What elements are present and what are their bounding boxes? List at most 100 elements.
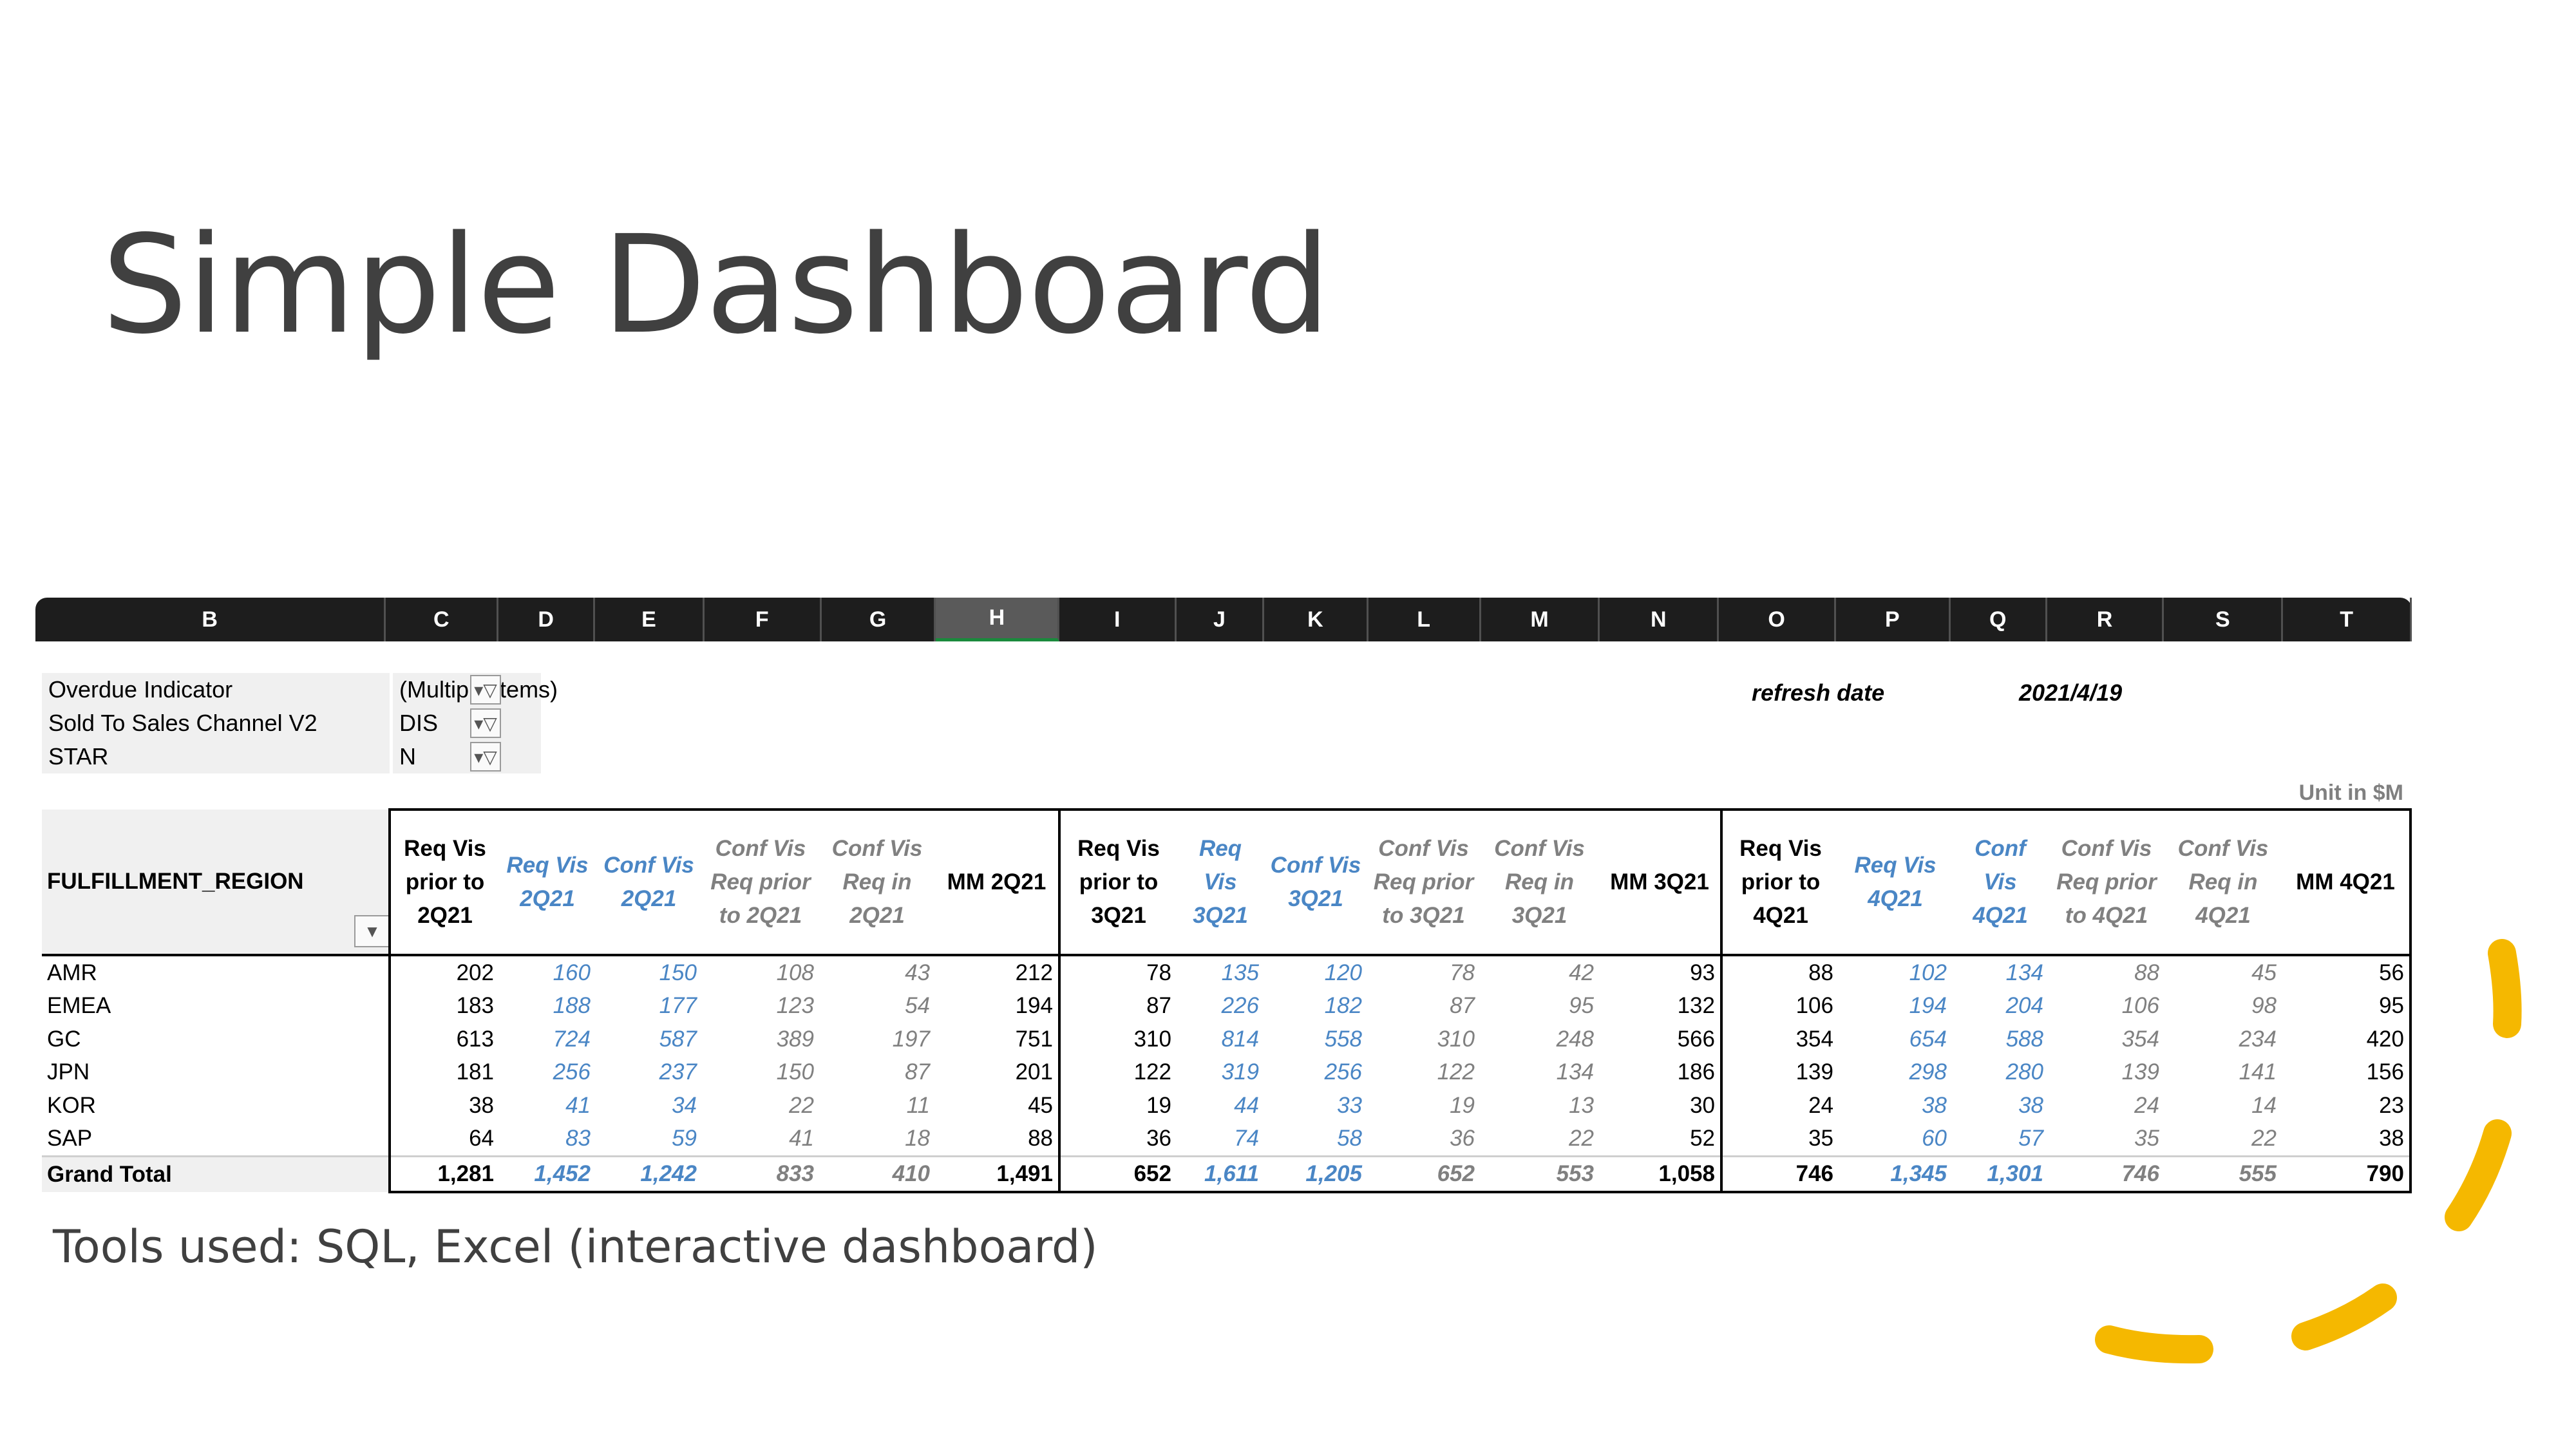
value-cell: 36 (1058, 1122, 1177, 1157)
value-cell: 78 (1450, 960, 1475, 985)
measure-header: Conf Vis 2Q21 (596, 808, 702, 956)
value-cell: 36 (1450, 1126, 1475, 1151)
value-cell: 30 (1690, 1092, 1715, 1118)
value-cell: 194 (1015, 993, 1053, 1019)
value-cell: 1,345 (1839, 1155, 1952, 1193)
value-cell: 724 (553, 1026, 591, 1052)
column-header-q[interactable]: Q (1951, 598, 2047, 641)
value-cell: 1,611 (1177, 1155, 1264, 1193)
filter-value: (Multiple Items) (393, 673, 558, 706)
value-cell: 52 (1690, 1126, 1715, 1151)
unit-note: Unit in $M (2298, 781, 2403, 805)
value-cell: 654 (1909, 1026, 1947, 1052)
value-cell: 43 (905, 960, 930, 985)
measure-header: Conf Vis 4Q21 (1952, 808, 2049, 956)
column-header-c[interactable]: C (386, 598, 499, 641)
value-cell: 280 (2005, 1059, 2043, 1085)
region-label: SAP (47, 1126, 93, 1151)
value-cell: 197 (892, 1026, 930, 1052)
column-header-o[interactable]: O (1719, 598, 1836, 641)
value-cell: 108 (776, 960, 814, 985)
value-cell: 19 (1058, 1089, 1177, 1122)
column-header-i[interactable]: I (1059, 598, 1177, 641)
value-cell: 746 (1720, 1155, 1839, 1193)
row-header-label: FULFILLMENT_REGION (47, 869, 304, 894)
measure-header: Req Vis prior to 2Q21 (388, 808, 499, 956)
value-cell: 588 (2005, 1026, 2043, 1052)
column-header-r[interactable]: R (2047, 598, 2164, 641)
value-cell: 139 (1720, 1056, 1839, 1089)
value-cell: 41 (789, 1126, 814, 1151)
region-label: Grand Total (42, 1155, 390, 1192)
column-header-bar: BCDEFGHIJKLMNOPQRST (35, 598, 2412, 641)
column-header-f[interactable]: F (705, 598, 822, 641)
arc-dash (2445, 1119, 2512, 1231)
value-cell: 122 (1058, 1056, 1177, 1089)
value-cell: 120 (1324, 960, 1362, 985)
value-cell: 64 (388, 1122, 499, 1157)
value-cell: 160 (553, 960, 591, 985)
value-cell: 95 (1569, 993, 1594, 1019)
value-cell: 1,301 (1952, 1155, 2049, 1193)
value-cell: 38 (388, 1089, 499, 1122)
value-cell: 38 (2018, 1092, 2043, 1118)
value-cell: 38 (1922, 1092, 1947, 1118)
value-cell: 248 (1556, 1026, 1594, 1052)
region-filter-dropdown-icon[interactable]: ▼ (354, 915, 390, 947)
measure-header: Req Vis prior to 4Q21 (1720, 808, 1839, 956)
column-header-m[interactable]: M (1481, 598, 1600, 641)
value-cell: 553 (1480, 1155, 1599, 1193)
value-cell: 87 (1058, 989, 1177, 1023)
region-label: KOR (47, 1092, 96, 1118)
value-cell: 833 (702, 1155, 819, 1193)
decorative-dashed-arc (2095, 939, 2522, 1364)
refresh-date-label: refresh date (1752, 679, 1885, 706)
column-header-j[interactable]: J (1177, 598, 1264, 641)
value-cell: 33 (1337, 1092, 1362, 1118)
column-header-h[interactable]: H (936, 598, 1060, 641)
filter-value: DIS (393, 706, 541, 740)
column-header-d[interactable]: D (498, 598, 596, 641)
value-cell: 45 (1028, 1092, 1053, 1118)
column-header-s[interactable]: S (2164, 598, 2284, 641)
filter-dropdown-icon[interactable]: ▾▽ (470, 675, 501, 705)
value-cell: 201 (1015, 1059, 1053, 1085)
value-cell: 389 (776, 1026, 814, 1052)
column-header-l[interactable]: L (1368, 598, 1481, 641)
value-cell: 87 (1450, 993, 1475, 1019)
value-cell: 751 (1015, 1026, 1053, 1052)
value-cell: 256 (553, 1059, 591, 1085)
column-header-b[interactable]: B (35, 598, 386, 641)
filter-dropdown-icon[interactable]: ▾▽ (470, 742, 501, 772)
value-cell: 74 (1234, 1126, 1259, 1151)
column-header-t[interactable]: T (2283, 598, 2412, 641)
column-header-e[interactable]: E (595, 598, 705, 641)
column-header-k[interactable]: K (1264, 598, 1368, 641)
value-cell: 319 (1221, 1059, 1259, 1085)
value-cell: 88 (1028, 1126, 1053, 1151)
value-cell: 24 (1720, 1089, 1839, 1122)
value-cell: 134 (1556, 1059, 1594, 1085)
column-header-n[interactable]: N (1600, 598, 1719, 641)
value-cell: 814 (1221, 1026, 1259, 1052)
value-cell: 93 (1690, 960, 1715, 985)
value-cell: 132 (1677, 993, 1715, 1019)
value-cell: 226 (1221, 993, 1259, 1019)
value-cell: 1,281 (388, 1155, 499, 1193)
refresh-date-value: 2021/4/19 (2019, 679, 2123, 706)
value-cell: 310 (1437, 1026, 1475, 1052)
value-cell: 13 (1569, 1092, 1594, 1118)
value-cell: 34 (672, 1092, 697, 1118)
measure-header: Conf Vis Req prior to 2Q21 (702, 808, 819, 956)
slide-title: Simple Dashboard (102, 206, 1331, 364)
column-header-g[interactable]: G (822, 598, 936, 641)
measure-header: Conf Vis Req in 3Q21 (1480, 808, 1599, 956)
value-cell: 1,491 (935, 1155, 1059, 1193)
value-cell: 410 (819, 1155, 935, 1193)
value-cell: 11 (906, 1092, 930, 1118)
value-cell: 652 (1367, 1155, 1480, 1193)
column-header-p[interactable]: P (1836, 598, 1951, 641)
filter-dropdown-icon[interactable]: ▾▽ (470, 708, 501, 738)
value-cell: 22 (1569, 1126, 1594, 1151)
value-cell: 186 (1677, 1059, 1715, 1085)
